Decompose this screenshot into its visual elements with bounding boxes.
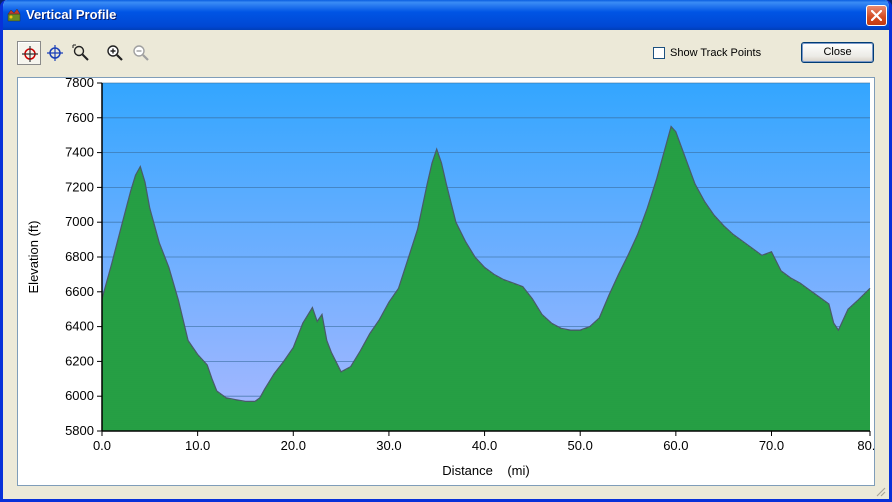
crosshair-red-icon — [22, 46, 38, 62]
title-bar[interactable]: Vertical Profile — [3, 0, 889, 30]
zoom-out-icon — [133, 45, 149, 61]
toolbar: Show Track Points Close — [3, 30, 889, 70]
window-title: Vertical Profile — [26, 7, 117, 22]
y-tick-label: 6400 — [65, 319, 94, 334]
y-tick-label: 7200 — [65, 179, 94, 194]
y-tick-label: 5800 — [65, 423, 94, 438]
close-button[interactable]: Close — [801, 42, 874, 63]
x-tick-label: 70.0 — [759, 438, 784, 453]
zoom-in-button[interactable] — [103, 41, 127, 65]
y-tick-label: 6000 — [65, 388, 94, 403]
y-tick-label: 7600 — [65, 110, 94, 125]
x-tick-label: 80.3 — [857, 438, 874, 453]
y-axis-label: Elevation (ft) — [26, 221, 41, 294]
y-tick-label: 6200 — [65, 353, 94, 368]
y-tick-label: 7000 — [65, 214, 94, 229]
elevation-chart-panel: 5800 6000 6200 6400 6600 6800 7000 7200 7400 7600… — [17, 77, 875, 486]
y-tick-label: 7400 — [65, 145, 94, 160]
crosshair-blue-tool-button[interactable] — [43, 41, 67, 65]
zoom-select-icon — [72, 44, 89, 61]
x-tick-label: 40.0 — [472, 438, 497, 453]
y-tick-label: 6600 — [65, 284, 94, 299]
window-close-button[interactable] — [866, 5, 887, 26]
x-axis-label: Distance (mi) — [442, 463, 529, 478]
x-tick-label: 30.0 — [376, 438, 401, 453]
show-track-points-checkbox[interactable] — [653, 47, 665, 59]
x-tick-label: 60.0 — [663, 438, 688, 453]
resize-grip-icon[interactable] — [874, 485, 886, 497]
y-tick-label: 7800 — [65, 78, 94, 90]
app-icon — [7, 8, 21, 22]
crosshair-blue-icon — [47, 45, 63, 61]
show-track-points-label: Show Track Points — [670, 47, 762, 59]
x-tick-label: 0.0 — [93, 438, 111, 453]
y-tick-label: 6800 — [65, 249, 94, 264]
zoom-select-tool-button[interactable] — [69, 41, 93, 65]
x-tick-label: 50.0 — [568, 438, 593, 453]
x-tick-label: 10.0 — [185, 438, 210, 453]
crosshair-tool-button[interactable] — [17, 41, 41, 65]
zoom-out-button[interactable] — [129, 41, 153, 65]
elevation-profile-chart: 5800 6000 6200 6400 6600 6800 7000 7200 7400 7600… — [26, 78, 874, 478]
zoom-in-icon — [107, 45, 123, 61]
close-icon — [871, 10, 882, 21]
x-tick-label: 20.0 — [281, 438, 306, 453]
vertical-profile-window: Vertical Profile Show Track Points Close… — [0, 0, 892, 502]
